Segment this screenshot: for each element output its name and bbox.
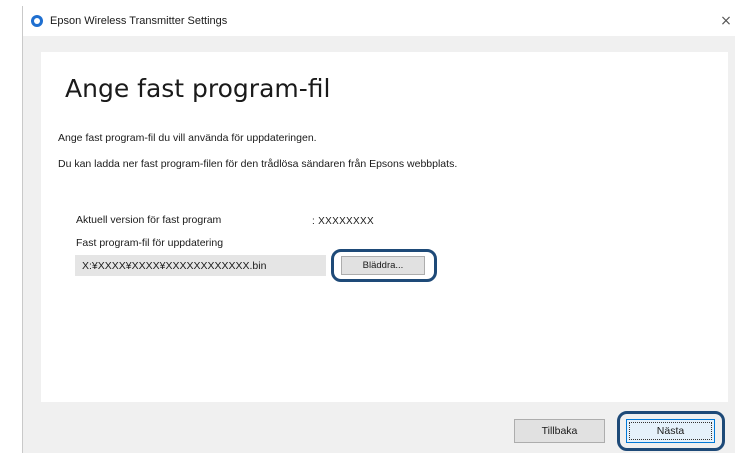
update-file-label: Fast program-fil för uppdatering bbox=[76, 237, 224, 249]
close-icon[interactable]: × bbox=[716, 12, 735, 30]
back-button[interactable]: Tillbaka bbox=[514, 419, 605, 443]
download-hint-text: Du kan ladda ner fast program-filen för … bbox=[58, 158, 458, 170]
title-bar: Epson Wireless Transmitter Settings × bbox=[23, 6, 735, 36]
firmware-path-field[interactable]: X:¥XXXX¥XXXX¥XXXXXXXXXXXX.bin bbox=[75, 255, 326, 276]
browse-button[interactable]: Bläddra... bbox=[341, 256, 425, 275]
epson-app-icon bbox=[31, 15, 43, 27]
content-panel: Ange fast program-fil Ange fast program-… bbox=[41, 52, 728, 402]
settings-window: Epson Wireless Transmitter Settings × An… bbox=[22, 6, 735, 453]
current-version-label: Aktuell version för fast program bbox=[76, 214, 222, 226]
page-title: Ange fast program-fil bbox=[65, 74, 331, 103]
description-text: Ange fast program-fil du vill använda fö… bbox=[58, 132, 317, 144]
window-title: Epson Wireless Transmitter Settings bbox=[50, 15, 228, 27]
next-button[interactable]: Nästa bbox=[626, 419, 715, 443]
current-version-value: : XXXXXXXX bbox=[312, 216, 374, 227]
